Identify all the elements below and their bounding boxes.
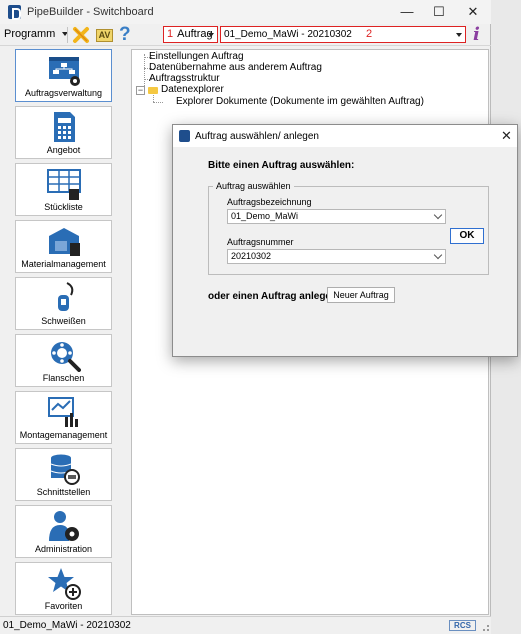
tree-item-datenexplorer[interactable]: Datenexplorer [161,84,224,95]
sidebar-item-label: Schnittstellen [36,487,91,497]
tree-item-auftragsstruktur[interactable]: Auftragsstruktur [149,73,220,84]
sidebar-item-label: Administration [34,544,93,554]
nummer-label: Auftragsnummer [227,237,294,247]
sidebar-item-label: Angebot [46,145,81,155]
create-order-label: oder einen Auftrag anlegen: [208,291,341,302]
tree-item-explorer-dokumente[interactable]: Explorer Dokumente (Dokumente im gewählt… [176,96,424,107]
toolbar-separator [67,27,68,43]
pipebuilder-app-icon [8,5,21,20]
minimize-button[interactable]: — [392,3,422,21]
chevron-down-icon [433,250,443,260]
sidebar-item-label: Schweißen [41,316,86,326]
dialog-title: Auftrag auswählen/ anlegen [195,131,319,142]
rcs-logo: RCS [449,620,476,631]
sidebar-item-schnittstellen[interactable]: Schnittstellen [15,448,112,501]
auftrag-combobox[interactable]: 01_Demo_MaWi - 20210302 2 [220,26,466,43]
tree-connector [153,102,163,103]
close-button[interactable]: ✕ [458,3,488,21]
dialog-heading: Bitte einen Auftrag auswählen: [208,160,355,171]
parts-list-icon [47,169,81,200]
chevron-down-icon [456,33,462,37]
star-plus-icon [48,568,81,600]
collapse-icon[interactable]: − [136,86,145,95]
auftrag-combo-value: 01_Demo_MaWi - 20210302 [224,29,352,40]
sidebar-item-flanschen[interactable]: Flanschen [15,334,112,387]
dialog-title-bar: Auftrag auswählen/ anlegen ✕ [173,125,517,147]
flange-search-icon [51,342,81,372]
sidebar-item-label: Auftragsverwaltung [24,88,103,98]
status-bar: 01_Demo_MaWi - 20210302 RCS [0,616,491,634]
chevron-down-icon [433,210,443,220]
sidebar-item-label: Montagemanagement [19,430,108,440]
sidebar-item-label: Stückliste [44,202,83,212]
welding-icon [58,282,74,311]
order-management-icon [49,57,80,86]
info-icon[interactable]: i [473,24,480,45]
calculator-document-icon [54,112,75,142]
ok-button[interactable]: OK [450,228,484,244]
sidebar-item-label: Materialmanagement [21,259,106,269]
pipebuilder-app-icon [179,130,190,142]
database-sync-icon [50,454,80,485]
sidebar-item-label: Flanschen [42,373,85,383]
groupbox-label: Auftrag auswählen [213,181,294,191]
bezeichnung-select[interactable]: 01_Demo_MaWi [227,209,446,224]
assembly-chart-icon [48,397,78,427]
auftrag-dialog: Auftrag auswählen/ anlegen ✕ Bitte einen… [172,124,518,357]
sidebar-item-administration[interactable]: Administration [15,505,112,558]
maximize-button[interactable]: ☐ [424,3,454,21]
admin-gear-icon [49,511,79,541]
warehouse-icon [49,228,80,256]
cross-tools-icon[interactable] [72,26,90,44]
toolbar: Programm AV ? 1 Auftrag 01_Demo_MaWi - 20… [0,24,491,46]
programm-menu-label: Programm [4,28,56,40]
auftrag-number-marker: 1 [167,28,174,40]
combo-number-marker: 2 [366,28,373,40]
sidebar-item-schweissen[interactable]: Schweißen [15,277,112,330]
help-icon[interactable]: ? [119,24,131,46]
programm-menu[interactable]: Programm [4,28,69,40]
av-icon[interactable]: AV [96,29,113,42]
bezeichnung-value: 01_Demo_MaWi [231,211,299,221]
tree-item-einstellungen[interactable]: Einstellungen Auftrag [149,51,244,62]
chevron-down-icon [208,33,214,37]
bezeichnung-label: Auftragsbezeichnung [227,197,312,207]
status-text: 01_Demo_MaWi - 20210302 [3,620,131,631]
title-bar: PipeBuilder - Switchboard — ☐ ✕ [0,0,491,24]
auftrag-dropdown-button[interactable]: 1 Auftrag [163,26,218,43]
sidebar-item-stueckliste[interactable]: Stückliste [15,163,112,216]
sidebar-item-materialmanagement[interactable]: Materialmanagement [15,220,112,273]
sidebar-item-favoriten[interactable]: Favoriten [15,562,112,615]
tree-item-datenuebernahme[interactable]: Datenübernahme aus anderem Auftrag [149,62,322,73]
sidebar-item-label: Favoriten [44,601,83,611]
resize-grip[interactable] [483,625,489,631]
sidebar-item-montagemanagement[interactable]: Montagemanagement [15,391,112,444]
new-order-button[interactable]: Neuer Auftrag [327,287,395,303]
nummer-select[interactable]: 20210302 [227,249,446,264]
sidebar-item-auftragsverwaltung[interactable]: Auftragsverwaltung [15,49,112,102]
dialog-close-button[interactable]: ✕ [501,128,512,144]
window-title: PipeBuilder - Switchboard [27,6,154,18]
folder-icon [148,87,158,94]
sidebar-item-angebot[interactable]: Angebot [15,106,112,159]
tree-connector [153,95,154,102]
nummer-value: 20210302 [231,251,272,261]
